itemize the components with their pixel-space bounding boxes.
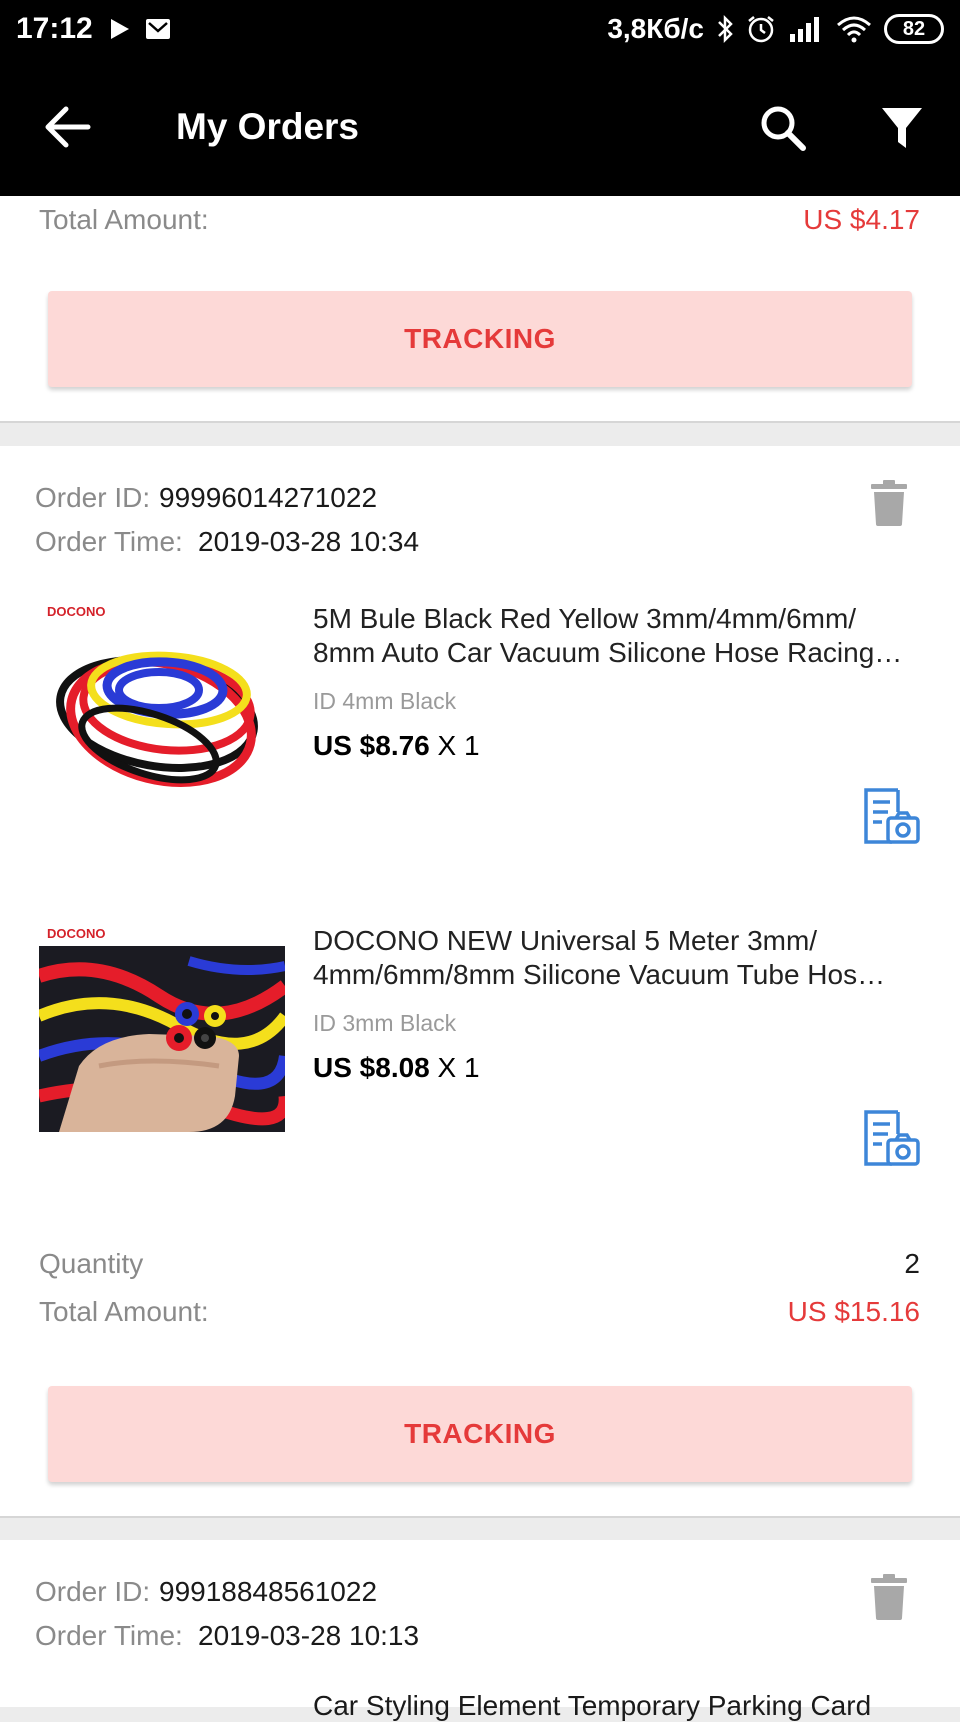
- total-amount-label: Total Amount:: [39, 1296, 209, 1327]
- product-price-row: US $8.08 X 1: [313, 1052, 480, 1084]
- order-id-label: Order ID:: [35, 482, 151, 513]
- search-icon[interactable]: [758, 103, 808, 153]
- app-bar: My Orders: [0, 58, 960, 196]
- product-price: US $8.76: [313, 730, 430, 761]
- product-price-row: US $8.76 X 1: [313, 730, 480, 762]
- back-arrow-icon[interactable]: [42, 104, 92, 150]
- page-title: My Orders: [176, 106, 360, 147]
- order-time-value: 2019-03-28 10:34: [198, 526, 420, 557]
- product-price: US $8.08: [313, 1052, 430, 1083]
- product-title-partial[interactable]: Car Styling Element Temporary Parking Ca…: [313, 1690, 871, 1722]
- product-title-line-2: 8mm Auto Car Vacuum Silicone Hose Racing…: [313, 637, 903, 668]
- product-title-line-2: 4mm/6mm/8mm Silicone Vacuum Tube Hos…: [313, 959, 886, 990]
- order-id-value: 99918848561022: [159, 1576, 378, 1607]
- brand-logo: DOCONO: [47, 604, 106, 619]
- hand-holding-hoses-illustration: [39, 946, 285, 1132]
- quantity-label: Quantity: [39, 1248, 144, 1279]
- product-image[interactable]: DOCONO: [39, 916, 285, 1162]
- quantity-value: 2: [904, 1248, 920, 1279]
- order-time-label: Order Time:: [35, 526, 183, 557]
- mail-icon: [145, 19, 170, 39]
- total-amount-value: US $4.17: [803, 204, 920, 235]
- total-amount-value: US $15.16: [787, 1296, 920, 1327]
- trash-icon[interactable]: [871, 1574, 907, 1620]
- trash-icon[interactable]: [871, 480, 907, 526]
- order-time-label: Order Time:: [35, 1620, 183, 1651]
- filter-icon[interactable]: [878, 104, 926, 152]
- order-id-value: 99996014271022: [159, 482, 378, 513]
- alarm-icon: [748, 16, 774, 43]
- photo-review-icon[interactable]: [862, 788, 920, 844]
- product-title[interactable]: 5M Bule Black Red Yellow 3mm/4mm/6mm/ 8m…: [313, 602, 923, 670]
- signal-icon: [790, 17, 819, 42]
- battery-icon: 82: [884, 14, 944, 44]
- product-variant: ID 4mm Black: [313, 688, 457, 714]
- tracking-button[interactable]: TRACKING: [48, 1386, 912, 1482]
- product-title[interactable]: DOCONO NEW Universal 5 Meter 3mm/ 4mm/6m…: [313, 924, 923, 992]
- order-id-label: Order ID:: [35, 1576, 151, 1607]
- photo-review-icon[interactable]: [862, 1110, 920, 1166]
- clock: 17:12: [16, 12, 93, 45]
- total-amount-label: Total Amount:: [39, 204, 209, 235]
- status-bar: 17:12 3,8Кб/с 82: [0, 0, 960, 58]
- order-card: Total Amount: US $4.17 TRACKING: [0, 196, 960, 423]
- wifi-icon: [837, 16, 871, 43]
- order-card: Order ID: 99918848561022 Order Time: 201…: [0, 1540, 960, 1721]
- play-icon: [110, 19, 129, 39]
- hose-coil-illustration: [56, 651, 258, 788]
- product-title-line-1: 5M Bule Black Red Yellow 3mm/4mm/6mm/: [313, 603, 857, 634]
- order-time-value: 2019-03-28 10:13: [198, 1620, 420, 1651]
- tracking-button[interactable]: TRACKING: [48, 291, 912, 387]
- bluetooth-icon: [718, 14, 733, 44]
- product-quantity: X 1: [437, 1052, 480, 1083]
- order-card: Order ID: 99996014271022 Order Time: 201…: [0, 446, 960, 1518]
- product-quantity: X 1: [437, 730, 480, 761]
- product-variant: ID 3mm Black: [313, 1010, 457, 1036]
- product-title-line-1: DOCONO NEW Universal 5 Meter 3mm/: [313, 925, 818, 956]
- product-image[interactable]: DOCONO: [39, 594, 285, 840]
- brand-logo: DOCONO: [47, 926, 106, 941]
- network-speed: 3,8Кб/с: [607, 13, 704, 44]
